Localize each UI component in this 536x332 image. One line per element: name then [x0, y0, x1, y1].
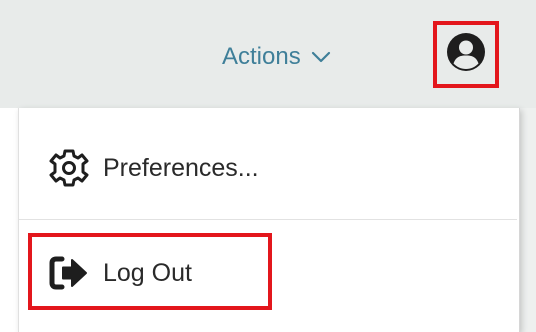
menu-item-label: Preferences... — [103, 153, 259, 182]
menu-item-label: Log Out — [103, 258, 192, 287]
menu-item-preferences[interactable]: Preferences... — [49, 148, 259, 188]
user-menu-button[interactable] — [433, 21, 499, 88]
user-circle-icon[interactable] — [446, 32, 486, 77]
gear-icon — [49, 148, 89, 188]
actions-label: Actions — [222, 43, 301, 70]
menu-divider — [19, 219, 517, 220]
background-strip — [518, 108, 536, 332]
user-dropdown-menu: Preferences... Log Out — [18, 108, 520, 332]
sign-out-icon — [49, 255, 89, 291]
top-bar: Actions — [0, 0, 536, 108]
menu-item-log-out[interactable]: Log Out — [49, 253, 192, 293]
actions-menu-button[interactable]: Actions — [222, 40, 331, 74]
chevron-down-icon — [311, 50, 331, 64]
